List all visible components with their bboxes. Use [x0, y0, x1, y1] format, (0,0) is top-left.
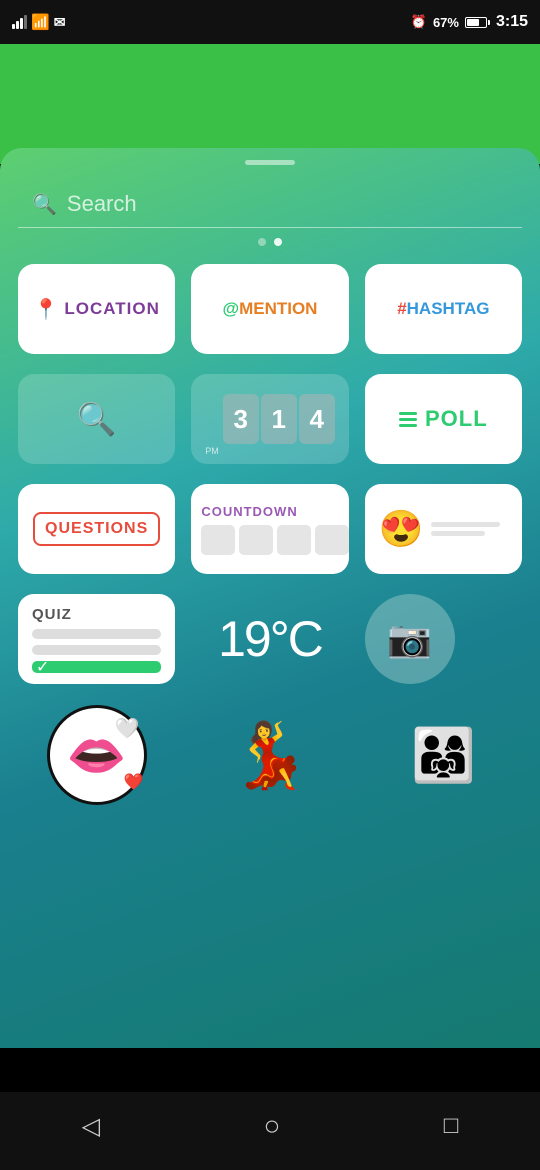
clock-pm: PM [205, 446, 219, 456]
emoji-lines [431, 522, 508, 536]
clock-hour: 3 [223, 394, 259, 444]
status-bar: 📶 ✉ ⏰ 67% 3:15 [0, 0, 540, 44]
clock-sticker[interactable]: PM 3 1 4 [191, 374, 348, 464]
drag-handle[interactable] [245, 160, 295, 165]
temperature-sticker[interactable]: 19°C [191, 594, 348, 684]
heart-emoji-1: 🤍 [115, 716, 140, 741]
mention-sticker[interactable]: @MENTION [191, 264, 348, 354]
dancer-emoji: 💃 [230, 718, 310, 793]
back-button[interactable]: ◁ [82, 1112, 100, 1141]
navigation-bar: ◁ ○ □ [0, 1092, 540, 1170]
gif-mouth-sticker[interactable]: 👄 🤍 ❤️ [18, 700, 175, 810]
search-sticker[interactable]: 🔍 [18, 374, 175, 464]
sticker-grid: 📍 LOCATION @MENTION #HASHTAG 🔍 PM 3 1 4 [0, 264, 540, 684]
quiz-check-icon: ✓ [36, 657, 49, 677]
questions-label: QUESTIONS [33, 512, 160, 546]
camera-icon: 📷 [387, 618, 432, 660]
quiz-option-1 [32, 629, 161, 639]
search-icon: 🔍 [32, 192, 57, 217]
gif-family-sticker[interactable]: 👨‍👩‍👧 [365, 700, 522, 810]
page-dots [0, 238, 540, 246]
mail-icon: ✉ [54, 14, 66, 31]
emoji-sticker[interactable]: 😍 [365, 484, 522, 574]
clock-min2: 4 [299, 394, 335, 444]
gif-dancer-sticker[interactable]: 💃 [191, 700, 348, 810]
quiz-option-2 [32, 645, 161, 655]
page-dot-2[interactable] [274, 238, 282, 246]
green-banner [0, 44, 540, 164]
battery-percent: 67% [433, 15, 459, 30]
status-left: 📶 ✉ [12, 13, 65, 31]
poll-lines-icon [399, 412, 417, 427]
mention-label: @MENTION [223, 299, 318, 319]
page-dot-1[interactable] [258, 238, 266, 246]
location-label: LOCATION [64, 299, 160, 319]
quiz-label: QUIZ [32, 606, 72, 623]
temperature-label: 19°C [218, 610, 322, 668]
gif-sticker-row: 👄 🤍 ❤️ 💃 👨‍👩‍👧 [0, 684, 540, 810]
signal-icon [12, 15, 27, 29]
heart-emoji-2: ❤️ [124, 772, 144, 792]
sticker-picker-panel: 🔍 Search 📍 LOCATION @MENTION #HASHTAG [0, 148, 540, 1048]
time-display: 3:15 [496, 13, 528, 31]
countdown-sticker[interactable]: COUNTDOWN [191, 484, 348, 574]
family-emoji: 👨‍👩‍👧 [411, 725, 476, 786]
home-button[interactable]: ○ [264, 1110, 281, 1142]
recent-apps-button[interactable]: □ [444, 1112, 459, 1140]
camera-sticker[interactable]: 📷 [365, 594, 455, 684]
alarm-icon: ⏰ [411, 14, 427, 30]
search-bar[interactable]: 🔍 Search [18, 181, 522, 228]
questions-sticker[interactable]: QUESTIONS [18, 484, 175, 574]
emoji-icon: 😍 [379, 508, 424, 550]
search-tile-icon: 🔍 [77, 400, 117, 438]
poll-label: POLL [425, 406, 488, 432]
countdown-blocks [201, 525, 348, 555]
wifi-icon: 📶 [31, 13, 50, 31]
search-placeholder: Search [67, 191, 137, 217]
status-right: ⏰ 67% 3:15 [411, 13, 528, 31]
battery-icon [465, 17, 490, 28]
quiz-sticker[interactable]: QUIZ ✓ [18, 594, 175, 684]
quiz-selected-row: ✓ [32, 661, 161, 673]
countdown-label: COUNTDOWN [201, 504, 297, 519]
clock-min1: 1 [261, 394, 297, 444]
hashtag-sticker[interactable]: #HASHTAG [365, 264, 522, 354]
poll-sticker[interactable]: POLL [365, 374, 522, 464]
location-sticker[interactable]: 📍 LOCATION [18, 264, 175, 354]
location-pin-icon: 📍 [33, 297, 58, 322]
hashtag-label: #HASHTAG [397, 299, 489, 319]
